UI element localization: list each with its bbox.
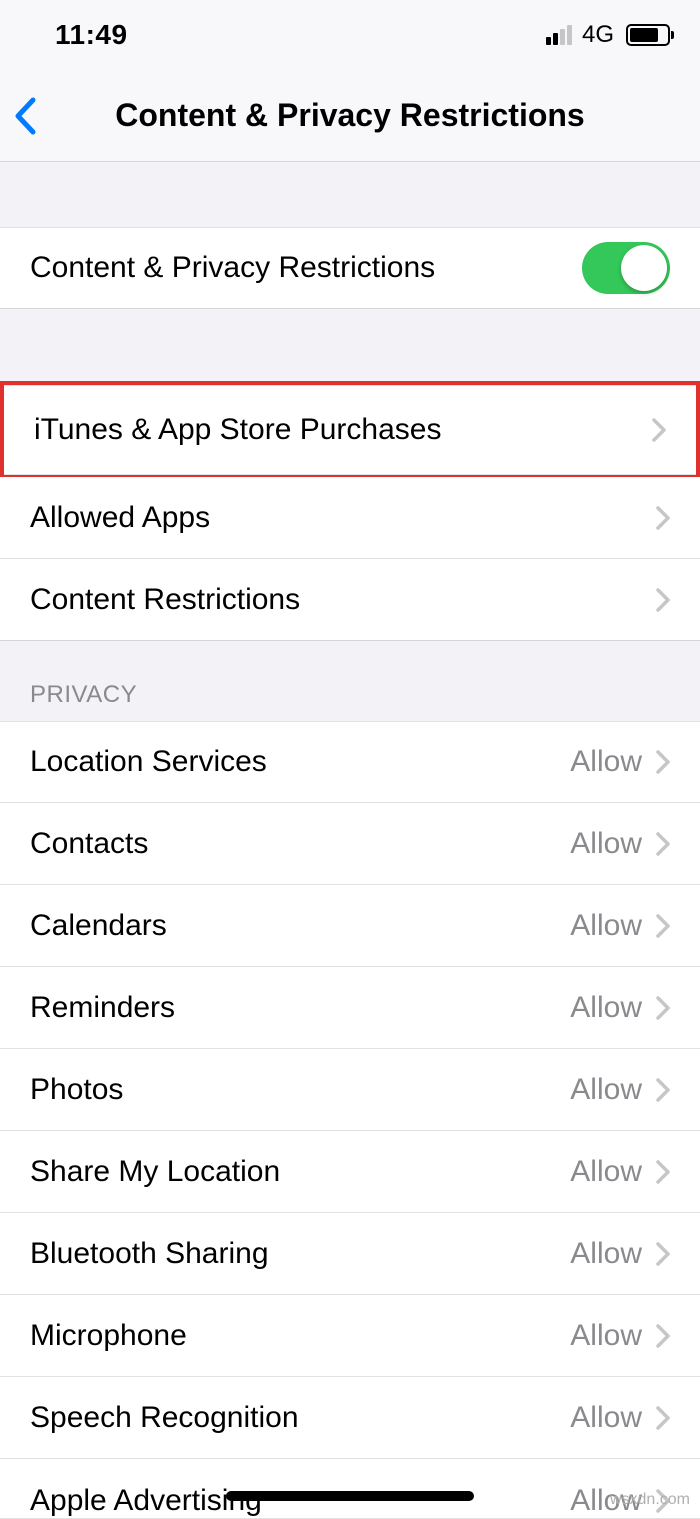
privacy-reminders-row[interactable]: Reminders Allow [0,967,700,1049]
watermark: wsxdn.com [610,1491,690,1509]
allowed-apps-row[interactable]: Allowed Apps [0,477,700,559]
row-label: iTunes & App Store Purchases [34,413,441,447]
row-label: Calendars [30,909,167,943]
row-value: Allow [570,1073,642,1107]
highlighted-row-itunes: iTunes & App Store Purchases [0,381,700,479]
privacy-calendars-row[interactable]: Calendars Allow [0,885,700,967]
chevron-right-icon [656,1242,670,1266]
status-time: 11:49 [55,19,128,51]
row-value: Allow [570,827,642,861]
page-title: Content & Privacy Restrictions [0,97,700,134]
section-spacer [0,309,700,383]
itunes-app-store-purchases-row[interactable]: iTunes & App Store Purchases [4,385,696,475]
chevron-right-icon [656,1324,670,1348]
chevron-right-icon [656,750,670,774]
privacy-share-my-location-row[interactable]: Share My Location Allow [0,1131,700,1213]
chevron-right-icon [656,1406,670,1430]
chevron-right-icon [656,832,670,856]
row-value: Allow [570,991,642,1025]
privacy-microphone-row[interactable]: Microphone Allow [0,1295,700,1377]
toggle-knob [621,245,667,291]
row-label: Apple Advertising [30,1484,262,1518]
row-label: Location Services [30,745,267,779]
section-spacer [0,162,700,227]
chevron-right-icon [656,506,670,530]
navigation-bar: Content & Privacy Restrictions [0,70,700,162]
row-label: Photos [30,1073,123,1107]
back-button[interactable] [0,97,50,135]
chevron-right-icon [656,1160,670,1184]
row-value: Allow [570,1155,642,1189]
battery-icon [626,24,670,46]
status-bar: 11:49 4G [0,0,700,70]
privacy-speech-recognition-row[interactable]: Speech Recognition Allow [0,1377,700,1459]
row-value: Allow [570,1237,642,1271]
chevron-left-icon [13,97,37,135]
row-label: Share My Location [30,1155,280,1189]
row-value: Allow [570,1401,642,1435]
chevron-right-icon [656,914,670,938]
row-value: Allow [570,909,642,943]
row-label: Microphone [30,1319,187,1353]
cellular-signal-icon [546,25,572,45]
status-indicators: 4G [546,21,670,49]
row-label: Bluetooth Sharing [30,1237,269,1271]
row-label: Contacts [30,827,148,861]
privacy-section-header: PRIVACY [0,641,700,721]
privacy-photos-row[interactable]: Photos Allow [0,1049,700,1131]
row-label: Speech Recognition [30,1401,299,1435]
row-value: Allow [570,1319,642,1353]
network-type: 4G [582,21,614,49]
home-indicator[interactable] [226,1491,474,1501]
privacy-bluetooth-sharing-row[interactable]: Bluetooth Sharing Allow [0,1213,700,1295]
privacy-apple-advertising-row[interactable]: Apple Advertising Allow [0,1459,700,1519]
row-value: Allow [570,745,642,779]
content-privacy-toggle-row[interactable]: Content & Privacy Restrictions [0,227,700,309]
toggle-label: Content & Privacy Restrictions [30,251,435,285]
chevron-right-icon [652,418,666,442]
privacy-contacts-row[interactable]: Contacts Allow [0,803,700,885]
privacy-location-services-row[interactable]: Location Services Allow [0,721,700,803]
chevron-right-icon [656,1078,670,1102]
content-restrictions-row[interactable]: Content Restrictions [0,559,700,641]
chevron-right-icon [656,996,670,1020]
toggle-switch[interactable] [582,242,670,294]
chevron-right-icon [656,588,670,612]
row-label: Allowed Apps [30,501,210,535]
row-label: Content Restrictions [30,583,300,617]
row-label: Reminders [30,991,175,1025]
